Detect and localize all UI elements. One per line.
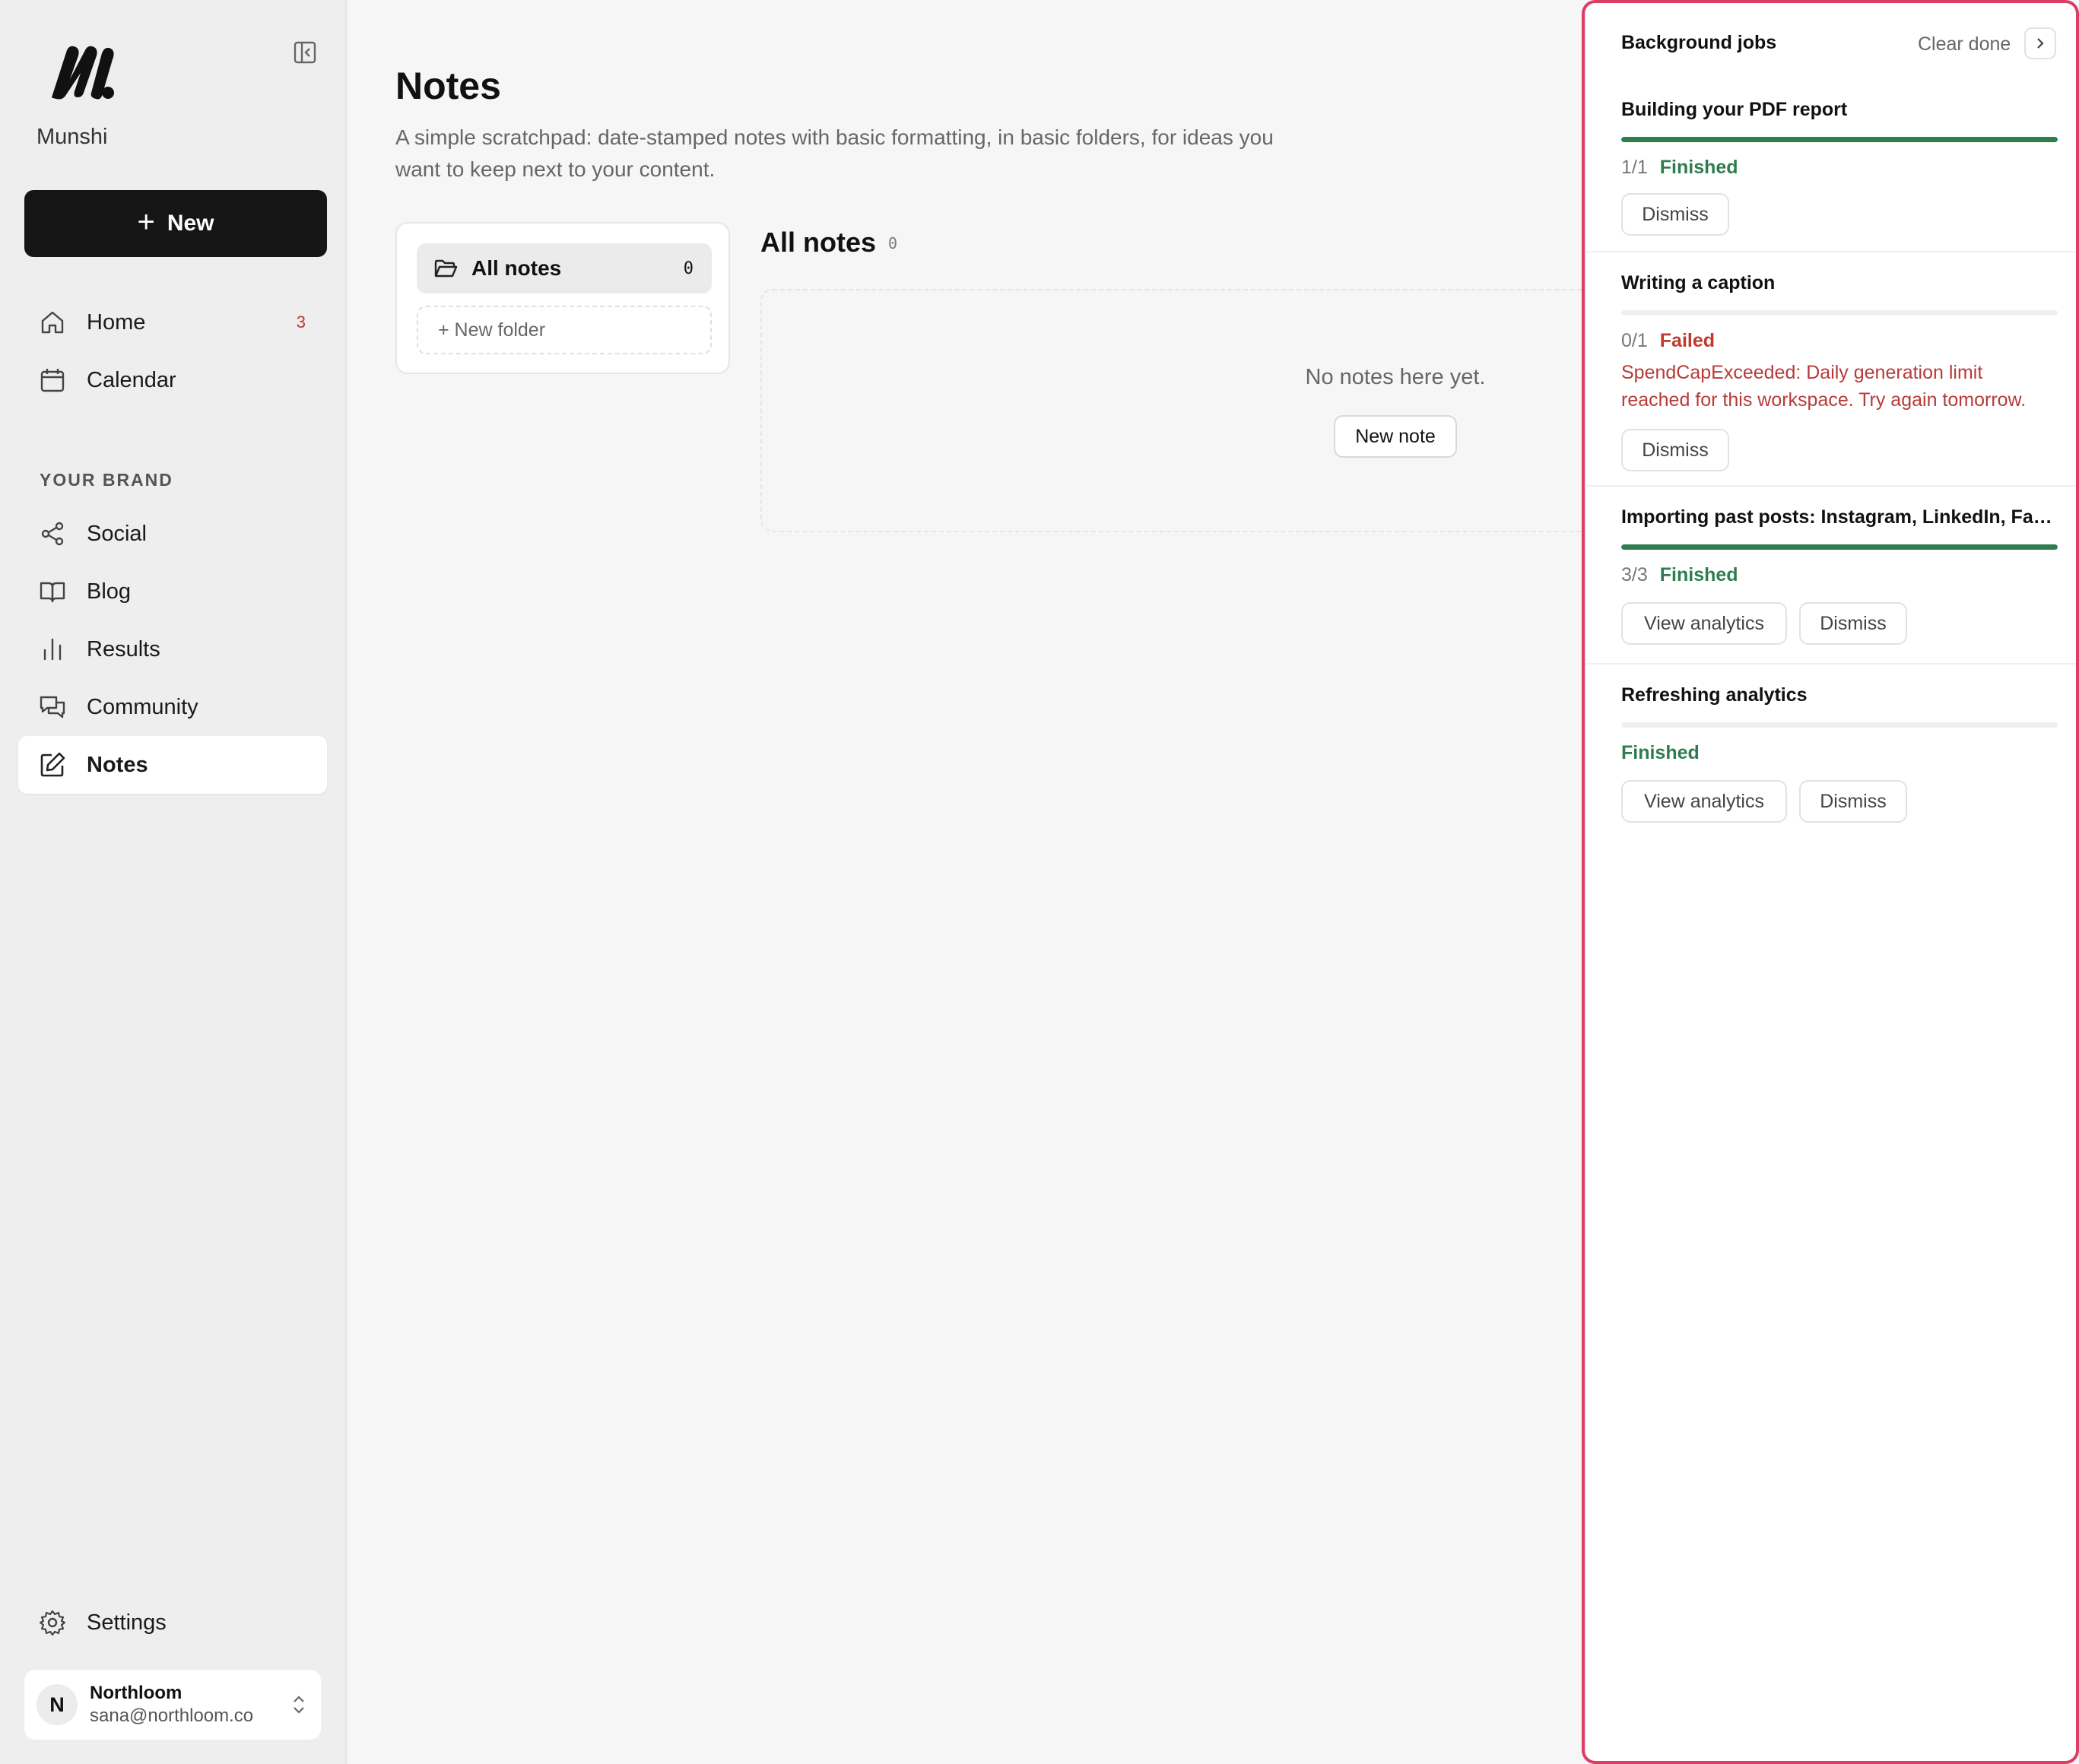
nav-item-community[interactable]: Community <box>18 678 327 736</box>
folder-open-icon <box>434 259 458 278</box>
dismiss-button[interactable]: Dismiss <box>1621 193 1729 236</box>
dismiss-button[interactable]: Dismiss <box>1799 780 1907 823</box>
bar-chart-icon <box>43 638 62 661</box>
job-progress-bar <box>1621 310 2058 316</box>
new-button[interactable]: + New <box>24 190 327 257</box>
job-title: Importing past posts: Instagram, LinkedI… <box>1621 506 2059 528</box>
job-title: Building your PDF report <box>1621 99 1848 120</box>
job-progress-fill <box>1621 544 2058 550</box>
gear-icon <box>39 1610 66 1636</box>
nav-label: Blog <box>87 579 132 604</box>
share-icon <box>41 522 64 546</box>
page-description: A simple scratchpad: date-stamped notes … <box>395 125 1274 181</box>
job-count: 3/3 <box>1621 564 1648 585</box>
clear-done-button[interactable]: Clear done <box>1918 33 2011 56</box>
notes-heading: All notes <box>760 227 877 258</box>
nav-item-blog[interactable]: Blog <box>18 563 327 620</box>
view-analytics-button[interactable]: View analytics <box>1621 780 1787 823</box>
nav-label: Home <box>87 309 146 335</box>
nav-label: Calendar <box>87 367 176 392</box>
calendar-icon <box>40 369 65 392</box>
notification-badge: 3 <box>296 313 306 332</box>
folder-all-notes[interactable]: All notes 0 <box>417 243 712 293</box>
job-status: 3/3 Finished <box>1621 564 1738 586</box>
job-status-label: Failed <box>1659 330 1716 351</box>
notes-count: 0 <box>888 234 898 252</box>
job-status-label: Finished <box>1659 564 1738 585</box>
nav-label: Social <box>87 521 147 546</box>
avatar: N <box>37 1684 78 1725</box>
job-count: 0/1 <box>1621 330 1648 351</box>
sidebar: Munshi + New Home 3 Calendar YOUR BRAND … <box>0 0 347 1764</box>
home-icon <box>41 311 64 334</box>
job-count: 1/1 <box>1621 157 1648 178</box>
job-divider <box>1586 663 2076 665</box>
new-note-button[interactable]: New note <box>1334 415 1457 458</box>
jobs-panel-body: Background jobs Clear done Building your… <box>1585 3 2076 1761</box>
nav-label: Results <box>87 636 160 662</box>
nav-label: Notes <box>87 752 148 777</box>
close-panel-button[interactable] <box>2024 27 2056 59</box>
background-jobs-panel: Background jobs Clear done Building your… <box>1582 0 2079 1764</box>
nav-item-notes[interactable]: Notes <box>18 736 327 794</box>
edit-icon <box>40 752 65 777</box>
munshi-logo <box>51 46 114 100</box>
page-title: Notes <box>395 65 501 107</box>
empty-state <box>760 289 1635 532</box>
dismiss-button[interactable]: Dismiss <box>1799 602 1907 645</box>
job-status: Finished <box>1621 742 1700 764</box>
job-divider <box>1586 485 2076 487</box>
job-title: Writing a caption <box>1621 272 1776 293</box>
account-email: sana@northloom.co <box>90 1705 254 1726</box>
job-progress-bar <box>1621 544 2058 550</box>
new-folder-button[interactable]: + New folder <box>417 306 712 354</box>
section-label-your-brand: YOUR BRAND <box>40 470 173 490</box>
view-analytics-button[interactable]: View analytics <box>1621 602 1787 645</box>
account-switcher[interactable]: N Northloom sana@northloom.co <box>24 1670 321 1740</box>
account-info: Northloom sana@northloom.co <box>90 1683 253 1727</box>
job-progress-bar <box>1621 137 2058 142</box>
account-name: Northloom <box>90 1683 183 1703</box>
dismiss-button[interactable]: Dismiss <box>1621 429 1729 471</box>
job-title: Refreshing analytics <box>1621 684 1808 706</box>
nav-item-settings[interactable]: Settings <box>18 1594 327 1651</box>
chevron-right-icon <box>2037 38 2044 49</box>
chat-icon <box>40 696 65 719</box>
nav-item-calendar[interactable]: Calendar <box>18 351 327 409</box>
job-status: 0/1 Failed <box>1621 330 1715 352</box>
folder-list: All notes 0 + New folder <box>395 222 730 374</box>
book-icon <box>40 582 65 603</box>
job-progress-bar <box>1621 722 2058 728</box>
job-status: 1/1 Finished <box>1621 157 1738 179</box>
brand-name: Munshi <box>37 125 108 149</box>
nav-label: Settings <box>87 1610 167 1635</box>
collapse-sidebar-icon[interactable] <box>292 40 318 65</box>
chevron-up-down-icon <box>294 1696 304 1714</box>
nav-item-social[interactable]: Social <box>18 505 327 563</box>
job-error-message: SpendCapExceeded: Daily generation limit… <box>1621 362 2027 411</box>
new-button-label: New <box>167 211 214 236</box>
nav-item-results[interactable]: Results <box>18 620 327 678</box>
job-divider <box>1586 251 2076 252</box>
nav-item-home[interactable]: Home 3 <box>18 293 327 351</box>
empty-state-text: No notes here yet. <box>1305 365 1486 389</box>
nav-label: Community <box>87 694 198 719</box>
folder-count: 0 <box>683 259 694 278</box>
jobs-panel-title: Background jobs <box>1621 32 1777 53</box>
job-progress-fill <box>1621 137 2058 142</box>
job-status-label: Finished <box>1621 742 1700 763</box>
plus-icon: + <box>137 205 155 239</box>
job-status-label: Finished <box>1659 157 1738 178</box>
folder-label: All notes <box>471 256 562 280</box>
